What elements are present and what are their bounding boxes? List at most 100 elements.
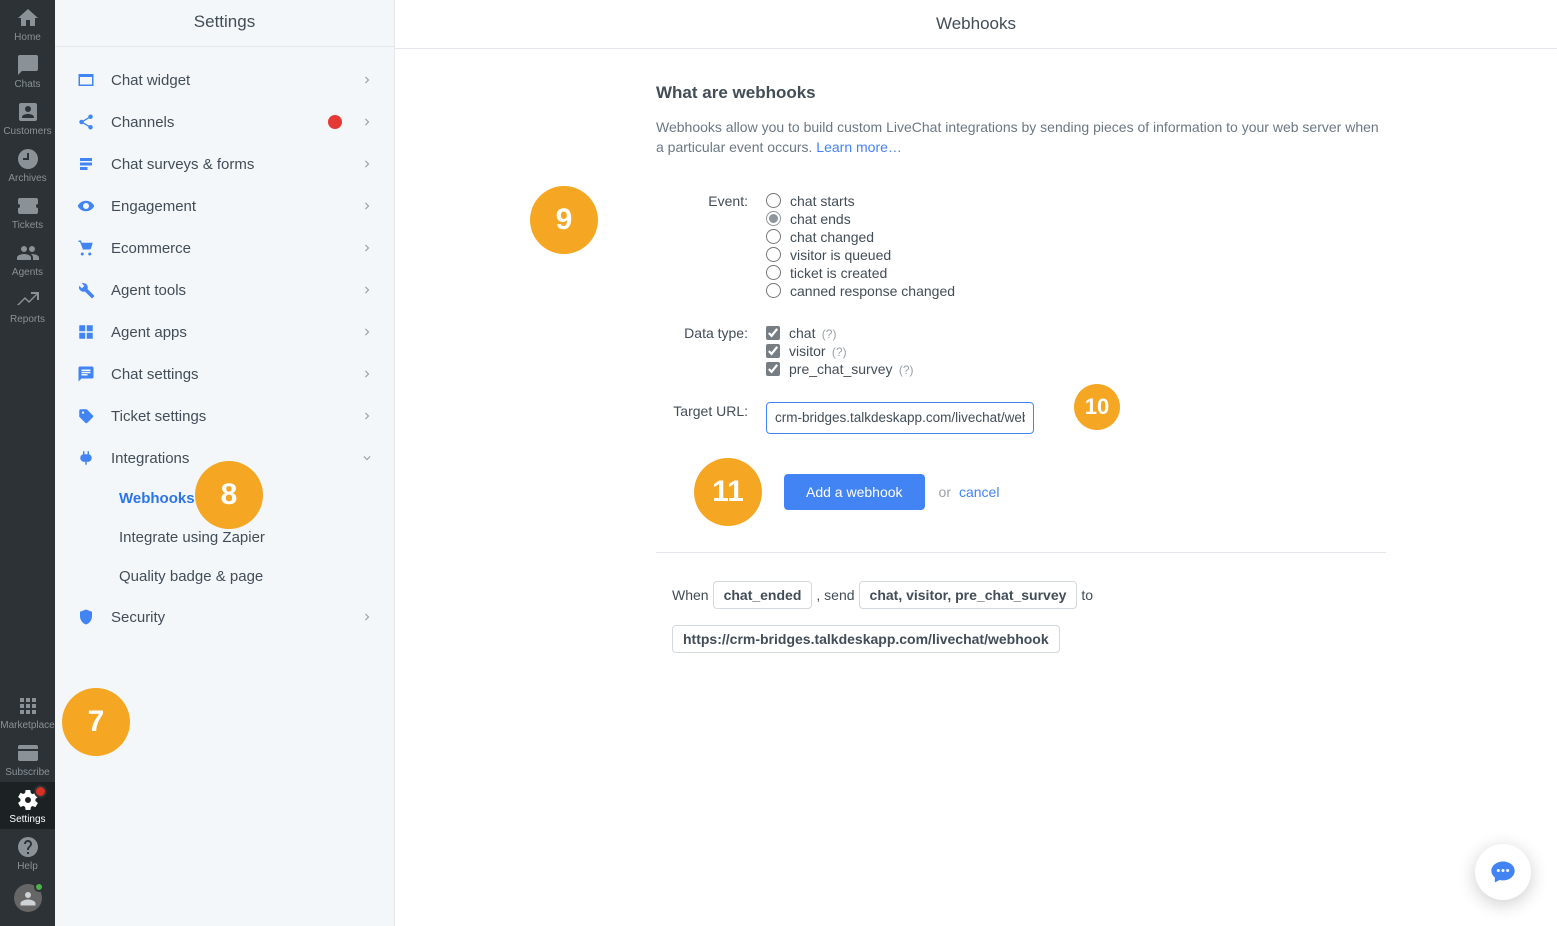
- sidebar-item-integrations[interactable]: Integrations: [55, 437, 394, 479]
- settings-sidebar-title: Settings: [55, 0, 394, 47]
- chevron-right-icon: [360, 157, 374, 171]
- sidebar-item-label: Agent apps: [111, 324, 360, 341]
- home-icon: [16, 6, 40, 30]
- event-radio-4[interactable]: [766, 265, 781, 280]
- datatype-check-1[interactable]: [766, 344, 780, 358]
- msg-icon: [77, 365, 95, 383]
- sidebar-item-label: Chat settings: [111, 366, 360, 383]
- event-radio-label[interactable]: chat ends: [790, 211, 851, 227]
- chat-bubble-icon: [1489, 858, 1517, 886]
- sidebar-item-label: Ecommerce: [111, 240, 360, 257]
- rail-home[interactable]: Home: [0, 0, 55, 47]
- settings-sidebar: Settings Chat widget Channels Chat surve…: [55, 0, 395, 926]
- summary-event-pill: chat_ended: [713, 581, 813, 609]
- webhook-summary: When chat_ended , send chat, visitor, pr…: [656, 581, 1386, 653]
- alert-badge: [34, 785, 47, 798]
- ticket-icon: [16, 194, 40, 218]
- rail-label: Marketplace: [0, 720, 55, 731]
- sidebar-subitem-integrate-using-zapier[interactable]: Integrate using Zapier: [55, 518, 394, 557]
- hint-icon[interactable]: (?): [829, 345, 847, 359]
- rail-subscribe[interactable]: Subscribe: [0, 735, 55, 782]
- sidebar-item-ecommerce[interactable]: Ecommerce: [55, 227, 394, 269]
- datatype-label: Data type:: [656, 324, 766, 341]
- rail-reports[interactable]: Reports: [0, 282, 55, 329]
- chevron-right-icon: [360, 367, 374, 381]
- learn-more-link[interactable]: Learn more…: [816, 139, 902, 155]
- user-avatar[interactable]: [14, 884, 42, 912]
- presence-indicator: [34, 882, 44, 892]
- rail-customers[interactable]: Customers: [0, 94, 55, 141]
- sidebar-item-label: Agent tools: [111, 282, 360, 299]
- sidebar-item-security[interactable]: Security: [55, 596, 394, 638]
- sidebar-item-chat-surveys-forms[interactable]: Chat surveys & forms: [55, 143, 394, 185]
- event-radio-5[interactable]: [766, 283, 781, 298]
- divider: [656, 552, 1386, 553]
- event-radio-1[interactable]: [766, 211, 781, 226]
- event-radio-0[interactable]: [766, 193, 781, 208]
- chevron-right-icon: [360, 283, 374, 297]
- event-radio-label[interactable]: ticket is created: [790, 265, 887, 281]
- chevron-right-icon: [360, 199, 374, 213]
- rail-archives[interactable]: Archives: [0, 141, 55, 188]
- rail-label: Settings: [0, 814, 55, 825]
- sidebar-item-engagement[interactable]: Engagement: [55, 185, 394, 227]
- sidebar-item-label: Security: [111, 609, 360, 626]
- chat-icon: [16, 53, 40, 77]
- event-label: Event:: [656, 192, 766, 209]
- annotation-9: 9: [530, 186, 598, 254]
- card-icon: [16, 741, 40, 765]
- rail-chats[interactable]: Chats: [0, 47, 55, 94]
- cancel-link[interactable]: cancel: [959, 484, 999, 500]
- summary-data-pill: chat, visitor, pre_chat_survey: [859, 581, 1078, 609]
- datatype-check-0[interactable]: [766, 326, 780, 340]
- user-icon: [19, 889, 37, 907]
- event-radio-label[interactable]: visitor is queued: [790, 247, 891, 263]
- target-url-input[interactable]: [766, 402, 1034, 434]
- chevron-right-icon: [360, 409, 374, 423]
- rail-agents[interactable]: Agents: [0, 235, 55, 282]
- sidebar-item-chat-widget[interactable]: Chat widget: [55, 59, 394, 101]
- sidebar-subitem-webhooks[interactable]: Webhooks8: [55, 479, 394, 518]
- chevron-right-icon: [360, 325, 374, 339]
- rail-tickets[interactable]: Tickets: [0, 188, 55, 235]
- event-radio-label[interactable]: chat starts: [790, 193, 855, 209]
- rail-marketplace[interactable]: Marketplace: [0, 688, 55, 735]
- apps-icon: [16, 694, 40, 718]
- rail-help[interactable]: Help: [0, 829, 55, 876]
- rail-label: Customers: [0, 126, 55, 137]
- datatype-check-label[interactable]: chat (?): [789, 325, 836, 341]
- cart-icon: [77, 239, 95, 257]
- hint-icon[interactable]: (?): [818, 327, 836, 341]
- datatype-check-label[interactable]: visitor (?): [789, 343, 847, 359]
- rail-label: Subscribe: [0, 767, 55, 778]
- chevron-right-icon: [360, 115, 374, 129]
- datatype-check-2[interactable]: [766, 362, 780, 376]
- event-radio-3[interactable]: [766, 247, 781, 262]
- summary-url-pill: https://crm-bridges.talkdeskapp.com/live…: [672, 625, 1060, 653]
- share-icon: [77, 113, 95, 131]
- trend-icon: [16, 288, 40, 312]
- sidebar-item-agent-apps[interactable]: Agent apps: [55, 311, 394, 353]
- chat-launcher[interactable]: [1475, 844, 1531, 900]
- chevron-right-icon: [360, 610, 374, 624]
- help-icon: [16, 835, 40, 859]
- people-icon: [16, 241, 40, 265]
- sidebar-item-ticket-settings[interactable]: Ticket settings: [55, 395, 394, 437]
- add-webhook-button[interactable]: Add a webhook: [784, 474, 925, 510]
- hint-icon[interactable]: (?): [896, 363, 914, 377]
- sidebar-item-channels[interactable]: Channels: [55, 101, 394, 143]
- sidebar-subitem-quality-badge-page[interactable]: Quality badge & page: [55, 557, 394, 596]
- sidebar-item-label: Ticket settings: [111, 408, 360, 425]
- event-radio-label[interactable]: canned response changed: [790, 283, 955, 299]
- datatype-check-label[interactable]: pre_chat_survey (?): [789, 361, 914, 377]
- sidebar-item-agent-tools[interactable]: Agent tools: [55, 269, 394, 311]
- rail-settings[interactable]: Settings: [0, 782, 55, 829]
- rail-label: Home: [0, 32, 55, 43]
- section-heading: What are webhooks: [656, 83, 1386, 103]
- sidebar-item-chat-settings[interactable]: Chat settings: [55, 353, 394, 395]
- rail-label: Help: [0, 861, 55, 872]
- rail-label: Tickets: [0, 220, 55, 231]
- event-radio-2[interactable]: [766, 229, 781, 244]
- section-description: Webhooks allow you to build custom LiveC…: [656, 117, 1386, 158]
- event-radio-label[interactable]: chat changed: [790, 229, 874, 245]
